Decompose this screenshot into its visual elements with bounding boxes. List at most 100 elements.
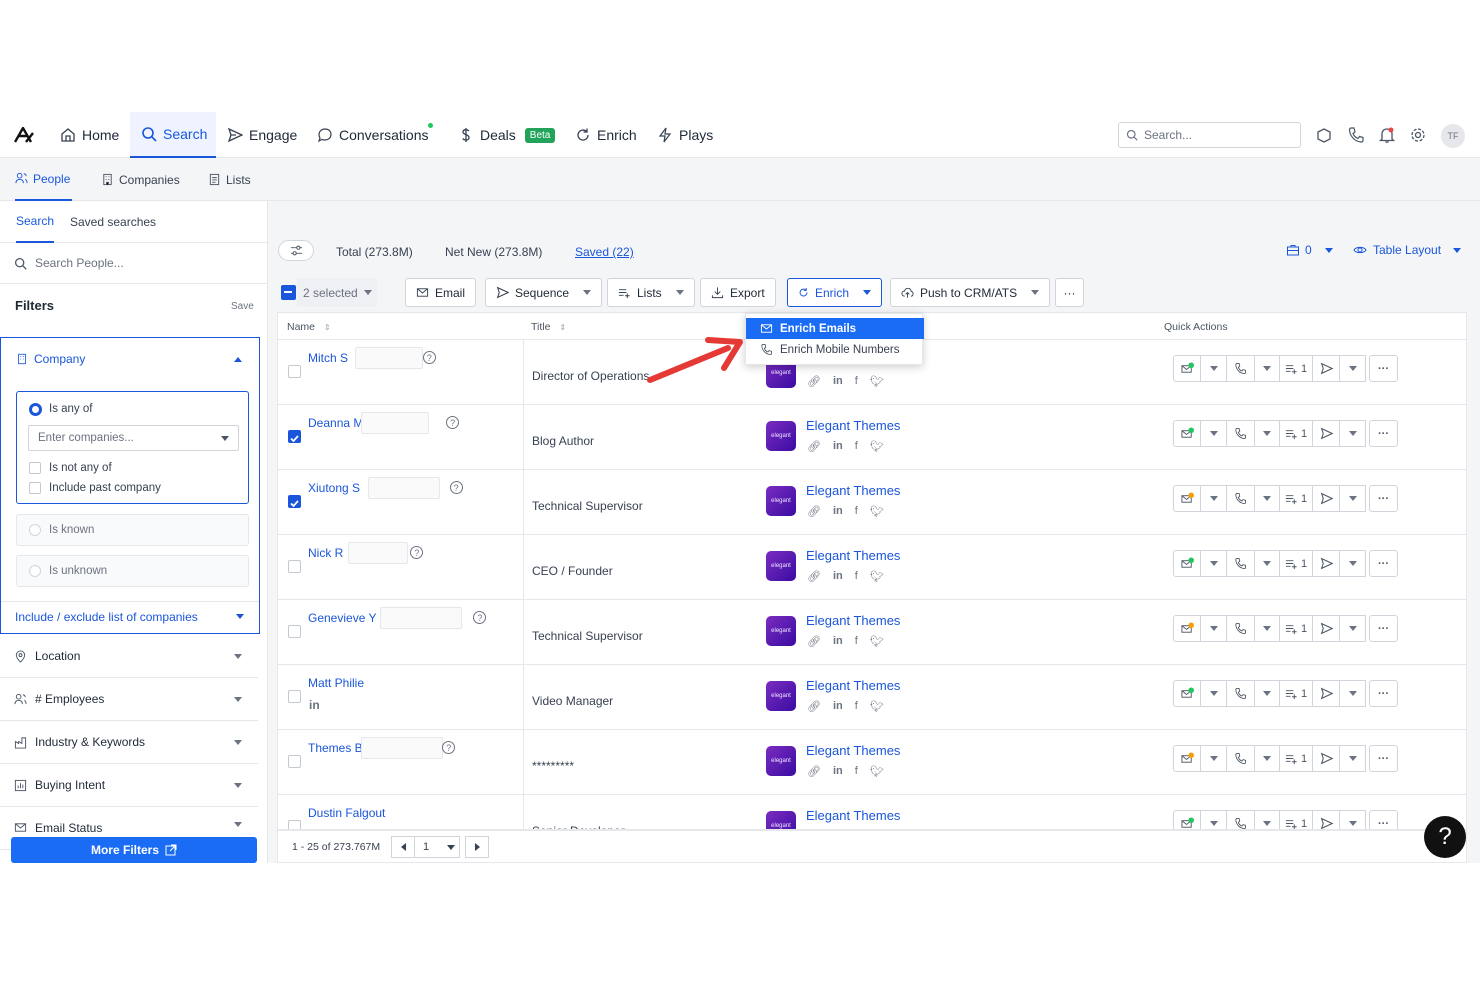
gear-icon[interactable] (1409, 126, 1427, 144)
company-logo[interactable]: elegant (766, 486, 796, 516)
call-action-dropdown[interactable] (1254, 420, 1280, 447)
twitter-icon[interactable]: 🐦︎ (870, 440, 884, 453)
more-filters-button[interactable]: More Filters (11, 837, 257, 863)
tab-total[interactable]: Total (273.8M) (336, 245, 413, 259)
row-more-button[interactable]: ··· (1369, 745, 1398, 772)
sequence-action-dropdown[interactable] (1339, 355, 1366, 382)
call-action-button[interactable] (1226, 550, 1255, 577)
call-action-button[interactable] (1226, 355, 1255, 382)
twitter-icon[interactable]: 🐦︎ (870, 700, 884, 713)
question-icon[interactable]: ? (449, 481, 463, 494)
email-action-button[interactable] (1173, 680, 1201, 707)
linkedin-icon[interactable]: in (833, 505, 843, 518)
sequence-action-dropdown[interactable] (1339, 615, 1366, 642)
twitter-icon[interactable]: 🐦︎ (870, 505, 884, 518)
facebook-icon[interactable]: f (855, 375, 858, 388)
twitter-icon[interactable]: 🐦︎ (870, 570, 884, 583)
sequence-action-button[interactable] (1312, 550, 1340, 577)
filter-toggle-button[interactable] (278, 240, 314, 261)
sequence-action-dropdown[interactable] (1339, 810, 1366, 829)
question-icon[interactable]: ? (422, 351, 436, 364)
column-header-title[interactable]: Title ⇕ (531, 321, 566, 333)
prev-page-button[interactable] (391, 836, 415, 858)
linkedin-icon[interactable]: in (833, 765, 843, 778)
avatar[interactable]: TF (1441, 124, 1465, 148)
company-logo[interactable]: elegant (766, 681, 796, 711)
people-search-input[interactable]: Search People... (0, 243, 267, 284)
chevron-up-icon[interactable] (234, 357, 242, 362)
company-name[interactable]: Elegant Themes (806, 613, 900, 628)
sequence-action-dropdown[interactable] (1339, 550, 1366, 577)
linkedin-icon[interactable]: in (833, 375, 843, 388)
add-to-list-button[interactable]: 1 (1279, 810, 1313, 829)
row-checkbox[interactable] (288, 625, 301, 638)
twitter-icon[interactable]: 🐦︎ (870, 375, 884, 388)
sequence-action-button[interactable] (1312, 745, 1340, 772)
email-action-button[interactable] (1173, 810, 1201, 829)
email-action-button[interactable] (1173, 420, 1201, 447)
table-row[interactable]: Themes B? ********* elegant Elegant Themes … (278, 729, 1466, 794)
sequence-action-button[interactable] (1312, 485, 1340, 512)
sequence-action-dropdown[interactable] (1339, 485, 1366, 512)
table-row[interactable]: Genevieve Y? Technical Supervisor elegant E… (278, 599, 1466, 664)
call-action-dropdown[interactable] (1254, 485, 1280, 512)
nav-home[interactable]: Home (60, 112, 130, 158)
email-button[interactable]: Email (405, 278, 477, 307)
row-checkbox[interactable] (288, 820, 301, 829)
call-action-dropdown[interactable] (1254, 615, 1280, 642)
row-checkbox[interactable] (288, 495, 301, 508)
nav-conversations[interactable]: Conversations (317, 112, 429, 158)
link-icon[interactable]: 🔗︎ (807, 375, 821, 388)
save-filters-button[interactable]: Save (231, 301, 254, 312)
sequence-action-button[interactable] (1312, 355, 1340, 382)
filter-buying-intent[interactable]: Buying Intent (0, 764, 258, 807)
row-more-button[interactable]: ··· (1369, 680, 1398, 707)
add-to-list-button[interactable]: 1 (1279, 745, 1313, 772)
row-checkbox[interactable] (288, 755, 301, 768)
is-known-option[interactable]: Is known (16, 514, 249, 546)
sequence-action-dropdown[interactable] (1339, 420, 1366, 447)
add-to-list-button[interactable]: 1 (1279, 420, 1313, 447)
company-logo[interactable]: elegant (766, 421, 796, 451)
email-action-dropdown[interactable] (1200, 680, 1227, 707)
table-row[interactable]: Matt Philie in Video Manager elegant Elegant… (278, 664, 1466, 729)
person-name[interactable]: Themes B (308, 741, 363, 755)
sequence-action-button[interactable] (1312, 615, 1340, 642)
tab-lists[interactable]: Lists (208, 158, 251, 201)
call-action-button[interactable] (1226, 615, 1255, 642)
question-icon[interactable]: ? (473, 611, 487, 624)
call-action-button[interactable] (1226, 485, 1255, 512)
cube-icon[interactable] (1315, 126, 1333, 144)
table-layout-button[interactable]: Table Layout (1353, 243, 1462, 257)
company-logo[interactable]: elegant (766, 746, 796, 776)
linkedin-icon[interactable]: in (833, 570, 843, 583)
is-unknown-radio[interactable] (29, 565, 41, 577)
company-name[interactable]: Elegant Themes (806, 808, 900, 823)
call-action-dropdown[interactable] (1254, 745, 1280, 772)
question-icon[interactable]: ? (446, 416, 460, 429)
table-row[interactable]: Deanna M? Blog Author elegant Elegant Theme… (278, 404, 1466, 469)
add-to-list-button[interactable]: 1 (1279, 680, 1313, 707)
add-to-list-button[interactable]: 1 (1279, 615, 1313, 642)
row-more-button[interactable]: ··· (1369, 355, 1398, 382)
tab-search[interactable]: Search (16, 201, 55, 243)
filter-employees[interactable]: # Employees (0, 678, 258, 721)
company-logo[interactable]: elegant (766, 551, 796, 581)
person-name[interactable]: Mitch S (308, 351, 348, 365)
phone-icon[interactable] (1347, 126, 1365, 144)
nav-deals[interactable]: Deals Beta (458, 112, 556, 158)
person-name[interactable]: Nick R (308, 546, 343, 560)
more-actions-button[interactable]: ··· (1055, 278, 1084, 307)
facebook-icon[interactable]: f (855, 765, 858, 778)
call-action-dropdown[interactable] (1254, 550, 1280, 577)
row-more-button[interactable]: ··· (1369, 550, 1398, 577)
add-to-list-button[interactable]: 1 (1279, 485, 1313, 512)
sequence-action-dropdown[interactable] (1339, 680, 1366, 707)
email-action-dropdown[interactable] (1200, 745, 1227, 772)
company-logo[interactable]: elegant (766, 616, 796, 646)
table-row[interactable]: Dustin FalgoutinSenior DeveloperelegantE… (278, 794, 1466, 829)
row-checkbox[interactable] (288, 560, 301, 573)
column-header-name[interactable]: Name ⇕ (287, 321, 331, 333)
facebook-icon[interactable]: f (855, 440, 858, 453)
email-action-button[interactable] (1173, 745, 1201, 772)
